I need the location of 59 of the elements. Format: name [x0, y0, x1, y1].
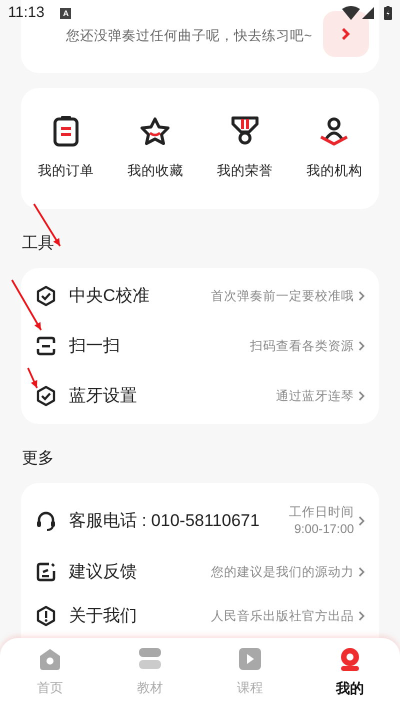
menu-row[interactable]: 建议反馈 您的建议是我们的源动力 — [21, 549, 379, 595]
signal-icon — [362, 7, 374, 19]
play-icon — [237, 646, 263, 672]
shield-check-icon — [35, 385, 57, 407]
menu-row[interactable]: 中央C校准 首次弹奏前一定要校准哦 — [21, 271, 379, 321]
shortcut-label: 我的荣誉 — [216, 162, 273, 180]
home-icon — [37, 646, 63, 672]
practice-message: 您还没弹奏过任何曲子呢，快去练习吧~ — [66, 27, 313, 46]
row-label: 建议反馈 — [69, 561, 137, 584]
chevron-right-icon — [358, 567, 365, 577]
row-hint: 9:00-17:00 — [294, 521, 354, 538]
chevron-right-icon — [358, 391, 365, 401]
row-hint: 您的建议是我们的源动力 — [211, 564, 354, 581]
medal-icon — [230, 115, 259, 148]
shortcut-label: 我的机构 — [306, 162, 362, 180]
row-hint: 首次弹奏前一定要校准哦 — [211, 288, 354, 305]
edit-note-icon — [35, 561, 57, 583]
shortcut-label: 我的收藏 — [127, 162, 184, 180]
scan-icon — [35, 335, 57, 357]
tab[interactable]: 我的 — [300, 646, 400, 710]
shortcut-item[interactable]: 我的机构 — [290, 115, 379, 182]
row-label: 扫一扫 — [69, 335, 120, 358]
chevron-right-icon — [358, 341, 365, 351]
menu-row[interactable]: 客服电话 : 010-58110671 工作日时间 9:00-17:00 — [21, 493, 379, 549]
row-hint: 工作日时间 — [289, 504, 354, 521]
person-icon — [318, 115, 350, 148]
row-label: 蓝牙设置 — [69, 385, 137, 408]
shortcut-item[interactable]: 我的荣誉 — [200, 115, 290, 182]
annotation-arrow — [11, 280, 42, 330]
headset-icon — [35, 510, 57, 532]
wifi-icon — [342, 6, 360, 20]
chevron-right-icon — [358, 516, 365, 526]
section-title: 工具 — [22, 234, 54, 254]
section-title: 更多 — [22, 449, 54, 469]
menu-row[interactable]: 扫一扫 扫码查看各类资源 — [21, 321, 379, 371]
notification-icon: A — [60, 8, 72, 18]
shortcut-item[interactable]: 我的收藏 — [110, 115, 200, 182]
menu-row[interactable]: 蓝牙设置 通过蓝牙连琴 — [21, 371, 379, 421]
row-label: 客服电话 : 010-58110671 — [69, 510, 260, 532]
go-button[interactable] — [323, 10, 369, 56]
chevron-right-icon — [358, 611, 365, 621]
shortcut-item[interactable]: 我的订单 — [21, 115, 110, 182]
row-hint: 人民音乐出版社官方出品 — [211, 608, 354, 625]
status-time: 11:13 — [8, 2, 44, 23]
row-label: 关于我们 — [69, 605, 137, 628]
row-hint: 扫码查看各类资源 — [250, 338, 354, 355]
star-icon — [139, 116, 172, 146]
shortcut-label: 我的订单 — [38, 162, 94, 180]
menu-row[interactable]: 关于我们 人民音乐出版社官方出品 — [21, 595, 379, 637]
row-label: 中央C校准 — [69, 285, 150, 308]
annotation-arrow — [27, 368, 38, 388]
books-icon — [137, 646, 163, 672]
row-hint: 通过蓝牙连琴 — [276, 388, 354, 405]
alert-icon — [35, 605, 57, 627]
shield-check-icon — [35, 285, 57, 307]
clipboard-icon — [52, 115, 80, 148]
battery-icon — [384, 6, 392, 20]
chevron-right-icon — [358, 291, 365, 301]
chevron-right-icon — [341, 26, 351, 40]
